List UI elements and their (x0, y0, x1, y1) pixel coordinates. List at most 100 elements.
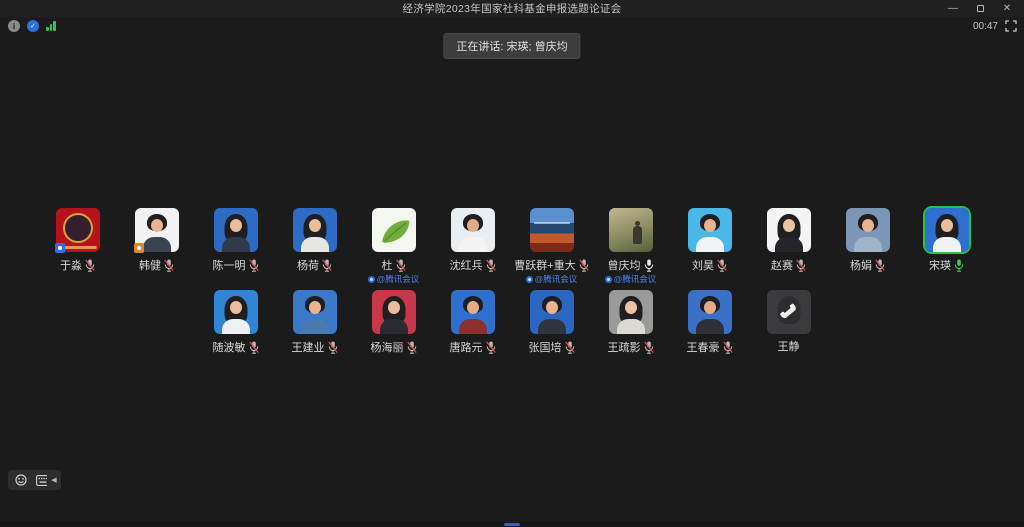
emoji-icon[interactable] (15, 474, 27, 486)
mic-muted-icon (565, 341, 575, 354)
mic-status (85, 259, 95, 272)
participant-cell[interactable]: 于淼 (38, 208, 117, 288)
participant-tile[interactable] (609, 208, 653, 252)
participant-name-row: 曹跃群+重大 (514, 259, 588, 272)
participant-avatar (530, 290, 574, 334)
participant-name: 张国培 (529, 342, 562, 354)
participant-avatar (451, 290, 495, 334)
mic-muted-icon (85, 259, 95, 272)
participant-cell[interactable]: 刘昊 (670, 208, 749, 288)
participant-tile[interactable] (530, 290, 574, 334)
participant-name-row: 陈一明 (213, 259, 259, 272)
participant-cell[interactable]: 杨海丽 (354, 290, 433, 370)
participant-name: 陈一明 (213, 260, 246, 272)
participant-cell[interactable]: 王春豪 (670, 290, 749, 370)
participant-name: 杨荷 (297, 260, 319, 272)
mic-status (249, 341, 259, 354)
mic-muted-icon (407, 341, 417, 354)
participant-tile[interactable] (56, 208, 100, 252)
mic-status (565, 341, 575, 354)
participant-avatar (530, 208, 574, 252)
mic-muted-icon (717, 259, 727, 272)
participant-name: 杨海丽 (371, 342, 404, 354)
mic-on-icon (644, 259, 654, 272)
participant-cell[interactable]: 唐路元 (433, 290, 512, 370)
participant-cell[interactable]: 曹跃群+重大@腾讯会议 (512, 208, 591, 288)
participant-cell[interactable]: 张国培 (512, 290, 591, 370)
meeting-security-icon[interactable]: ✓ (27, 20, 39, 32)
mic-muted-icon (249, 259, 259, 272)
participant-tile[interactable] (688, 208, 732, 252)
tencent-meeting-icon (368, 276, 375, 283)
participant-cell[interactable]: 赵赛 (749, 208, 828, 288)
mic-muted-icon (164, 259, 174, 272)
avatar-face (309, 219, 321, 232)
mic-muted-icon (486, 259, 496, 272)
participant-tile[interactable] (372, 290, 416, 334)
participant-avatar (609, 208, 653, 252)
participant-cell[interactable]: 韩健 (117, 208, 196, 288)
participant-name-row: 张国培 (529, 341, 575, 354)
participant-cell[interactable]: 随波敏 (196, 290, 275, 370)
participant-tile[interactable] (372, 208, 416, 252)
taskbar-active-app-indicator[interactable] (504, 523, 520, 526)
participant-name: 曾庆均 (608, 260, 641, 272)
participant-cell[interactable]: 杨荷 (275, 208, 354, 288)
participant-cell[interactable]: 王疏影 (591, 290, 670, 370)
participant-name: 杜 (382, 260, 393, 272)
participant-tile[interactable] (293, 208, 337, 252)
maximize-icon (977, 5, 984, 12)
joined-via-label: @腾讯会议 (526, 273, 578, 285)
participant-cell[interactable]: 曾庆均@腾讯会议 (591, 208, 670, 288)
participant-tile[interactable] (767, 290, 811, 334)
participant-tile[interactable] (846, 208, 890, 252)
participant-name: 曹跃群+重大 (514, 260, 575, 272)
meeting-info-icon[interactable]: i (8, 20, 20, 32)
participant-tile[interactable] (688, 290, 732, 334)
participant-tile[interactable] (293, 290, 337, 334)
participant-tile[interactable] (214, 290, 258, 334)
participant-tile[interactable] (609, 290, 653, 334)
participant-name-row: 赵赛 (771, 259, 806, 272)
leaf-avatar-icon (377, 213, 411, 247)
mic-muted-icon (249, 341, 259, 354)
close-button[interactable]: ✕ (998, 1, 1016, 16)
participant-tile[interactable] (135, 208, 179, 252)
participant-name-row: 杜 (382, 259, 406, 272)
avatar-face (625, 301, 637, 314)
participant-name: 唐路元 (450, 342, 483, 354)
avatar-ring-photo (63, 213, 93, 243)
participant-cell[interactable]: 陈一明 (196, 208, 275, 288)
participant-tile[interactable] (451, 290, 495, 334)
joined-via-text: @腾讯会议 (377, 273, 420, 285)
tencent-meeting-icon (526, 276, 533, 283)
participant-tile[interactable] (767, 208, 811, 252)
participant-cell[interactable]: 沈红兵 (433, 208, 512, 288)
participant-name-row: 刘昊 (692, 259, 727, 272)
participant-name-row: 于淼 (60, 259, 95, 272)
fullscreen-icon[interactable] (1005, 20, 1017, 32)
header-right: 00:47 (973, 20, 1017, 32)
participant-tile-active-speaker[interactable] (925, 208, 969, 252)
participant-cell[interactable]: 杜@腾讯会议 (354, 208, 433, 288)
participant-name: 王建业 (292, 342, 325, 354)
mic-status (954, 259, 964, 272)
participant-cell[interactable]: 杨娟 (828, 208, 907, 288)
mic-muted-icon (796, 259, 806, 272)
participant-tile[interactable] (214, 208, 258, 252)
participant-name-row: 沈红兵 (450, 259, 496, 272)
avatar-face (941, 219, 953, 232)
participant-tile[interactable] (530, 208, 574, 252)
minimize-button[interactable]: — (944, 1, 962, 16)
collapse-toolbar-button[interactable]: ◀ (47, 470, 61, 490)
network-signal-icon[interactable] (46, 21, 56, 31)
participant-name: 沈红兵 (450, 260, 483, 272)
avatar-body (143, 237, 171, 252)
participant-cell[interactable]: 王静 (749, 290, 828, 370)
participant-cell[interactable]: 宋瑛 (907, 208, 986, 288)
participant-name-row: 唐路元 (450, 341, 496, 354)
participant-cell[interactable]: 王建业 (275, 290, 354, 370)
participant-avatar (609, 290, 653, 334)
maximize-button[interactable] (971, 1, 989, 16)
participant-tile[interactable] (451, 208, 495, 252)
